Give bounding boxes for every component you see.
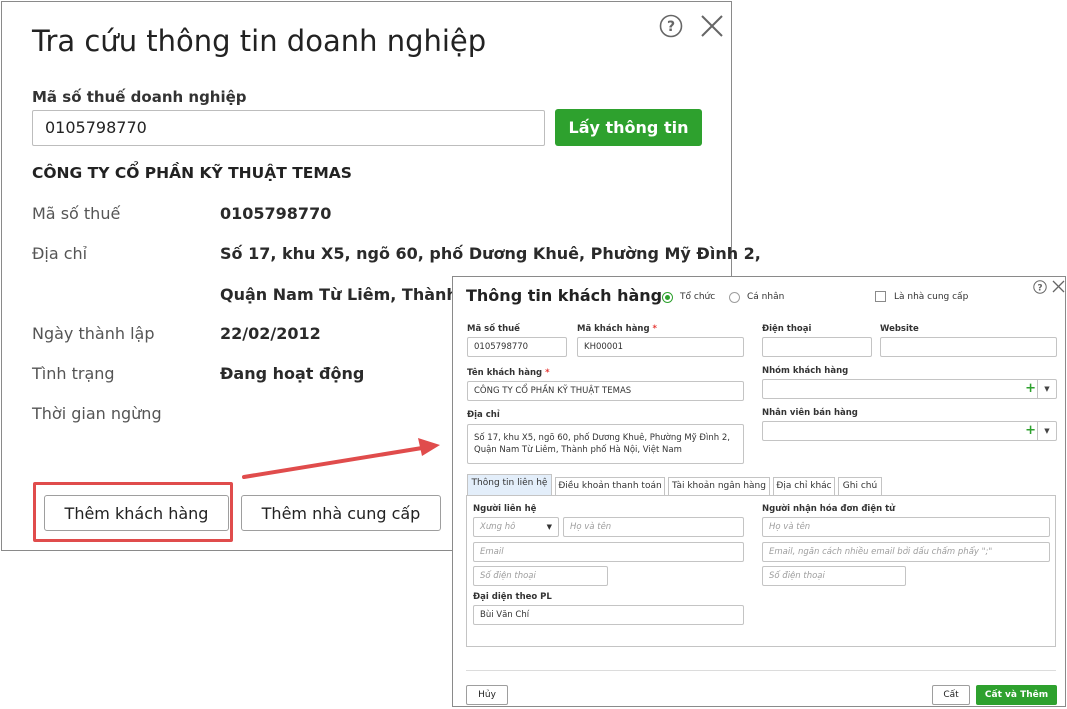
tax-code-value: 0105798770 <box>45 118 147 137</box>
einvoice-phone-placeholder: Số điện thoại <box>769 571 825 581</box>
footer-divider <box>466 670 1056 671</box>
einvoice-email-input[interactable]: Email, ngăn cách nhiều email bởi dấu chấ… <box>762 542 1050 562</box>
person-radio-label: Cá nhân <box>747 292 785 302</box>
tab-bank-account[interactable]: Tài khoản ngân hàng <box>668 477 770 496</box>
salutation-select[interactable]: Xưng hô ▼ <box>473 517 559 537</box>
plus-icon[interactable]: + <box>1025 423 1036 439</box>
customer-code-label-text: Mã khách hàng <box>577 324 650 334</box>
save-and-add-button[interactable]: Cất và Thêm <box>976 685 1057 705</box>
cancel-button[interactable]: Hủy <box>466 685 508 705</box>
required-mark: * <box>545 368 550 378</box>
svg-text:?: ? <box>667 19 675 35</box>
org-radio[interactable] <box>662 292 673 303</box>
contact-fullname-placeholder: Họ và tên <box>570 522 612 532</box>
tax-code-label: Mã số thuế <box>467 324 520 334</box>
contact-email-input[interactable]: Email <box>473 542 744 562</box>
contact-email-placeholder: Email <box>480 547 504 557</box>
sales-staff-select[interactable]: + ▼ <box>762 421 1057 441</box>
close-icon[interactable] <box>1052 280 1065 293</box>
tax-code-label: Mã số thuế doanh nghiệp <box>32 88 247 106</box>
einvoice-fullname-input[interactable]: Họ và tên <box>762 517 1050 537</box>
help-icon[interactable]: ? <box>1033 280 1047 294</box>
customer-code-label: Mã khách hàng * <box>577 324 657 334</box>
founded-row-value: 22/02/2012 <box>220 324 321 343</box>
chevron-down-icon[interactable]: ▼ <box>1037 422 1056 440</box>
chevron-down-icon: ▼ <box>546 523 552 531</box>
dialog-title: Tra cứu thông tin doanh nghiệp <box>32 24 487 58</box>
plus-icon[interactable]: + <box>1025 381 1036 397</box>
dialog-title: Thông tin khách hàng <box>466 286 663 305</box>
contact-fullname-input[interactable]: Họ và tên <box>563 517 744 537</box>
tab-payment-terms[interactable]: Điều khoản thanh toán <box>555 477 665 496</box>
phone-input[interactable] <box>762 337 872 357</box>
supplier-checkbox-label: Là nhà cung cấp <box>894 292 969 302</box>
person-radio[interactable] <box>729 292 740 303</box>
tax-code-row-value: 0105798770 <box>220 204 332 223</box>
contact-label: Người liên hệ <box>473 504 537 514</box>
website-input[interactable] <box>880 337 1057 357</box>
customer-name-label-text: Tên khách hàng <box>467 368 543 378</box>
contact-phone-input[interactable]: Số điện thoại <box>473 566 608 586</box>
legal-rep-input[interactable]: Bùi Văn Chí <box>473 605 744 625</box>
founded-row-label: Ngày thành lập <box>32 324 155 343</box>
help-icon[interactable]: ? <box>659 14 683 38</box>
supplier-checkbox[interactable] <box>875 291 886 302</box>
tax-code-row-label: Mã số thuế <box>32 204 121 223</box>
add-supplier-button[interactable]: Thêm nhà cung cấp <box>241 495 441 531</box>
tax-code-input[interactable]: 0105798770 <box>467 337 567 357</box>
customer-info-dialog: Thông tin khách hàng Tổ chức Cá nhân Là … <box>452 276 1066 707</box>
tab-notes[interactable]: Ghi chú <box>838 477 882 496</box>
einvoice-fullname-placeholder: Họ và tên <box>769 522 811 532</box>
customer-name-label: Tên khách hàng * <box>467 368 550 378</box>
customer-code-input[interactable]: KH00001 <box>577 337 744 357</box>
close-icon[interactable] <box>699 13 725 39</box>
einvoice-email-placeholder: Email, ngăn cách nhiều email bởi dấu chấ… <box>769 547 993 557</box>
sales-staff-label: Nhân viên bán hàng <box>762 408 858 418</box>
address-row-label: Địa chỉ <box>32 244 88 263</box>
einvoice-label: Người nhận hóa đơn điện tử <box>762 504 896 514</box>
tab-other-address[interactable]: Địa chỉ khác <box>773 477 835 496</box>
status-row-value: Đang hoạt động <box>220 364 365 383</box>
einvoice-phone-input[interactable]: Số điện thoại <box>762 566 906 586</box>
tab-contact-info[interactable]: Thông tin liên hệ <box>467 474 552 496</box>
chevron-down-icon[interactable]: ▼ <box>1037 380 1056 398</box>
salutation-placeholder: Xưng hô <box>480 522 516 532</box>
stopped-row-label: Thời gian ngừng <box>32 404 162 423</box>
customer-name-input[interactable]: CÔNG TY CỔ PHẦN KỸ THUẬT TEMAS <box>467 381 744 401</box>
website-label: Website <box>880 324 919 334</box>
status-row-label: Tình trạng <box>32 364 115 383</box>
customer-group-label: Nhóm khách hàng <box>762 366 849 376</box>
save-button[interactable]: Cất <box>932 685 970 705</box>
legal-rep-label: Đại diện theo PL <box>473 592 552 602</box>
address-line1: Số 17, khu X5, ngõ 60, phố Dương Khuê, P… <box>220 244 761 263</box>
highlight-frame <box>33 482 233 542</box>
phone-label: Điện thoại <box>762 324 812 334</box>
svg-text:?: ? <box>1037 284 1042 294</box>
tax-code-input[interactable]: 0105798770 <box>32 110 545 146</box>
org-radio-label: Tổ chức <box>680 292 716 302</box>
company-name: CÔNG TY CỔ PHẦN KỸ THUẬT TEMAS <box>32 164 352 182</box>
get-info-button[interactable]: Lấy thông tin <box>555 109 702 146</box>
address-line2: Quận Nam Từ Liêm, Thành phố Hà Nội, Việt… <box>474 445 682 455</box>
contact-phone-placeholder: Số điện thoại <box>480 571 536 581</box>
required-mark: * <box>652 324 657 334</box>
customer-group-select[interactable]: + ▼ <box>762 379 1057 399</box>
address-label: Địa chỉ <box>467 410 500 420</box>
address-line1: Số 17, khu X5, ngõ 60, phố Dương Khuê, P… <box>474 433 730 443</box>
address-input[interactable]: Số 17, khu X5, ngõ 60, phố Dương Khuê, P… <box>467 424 744 464</box>
